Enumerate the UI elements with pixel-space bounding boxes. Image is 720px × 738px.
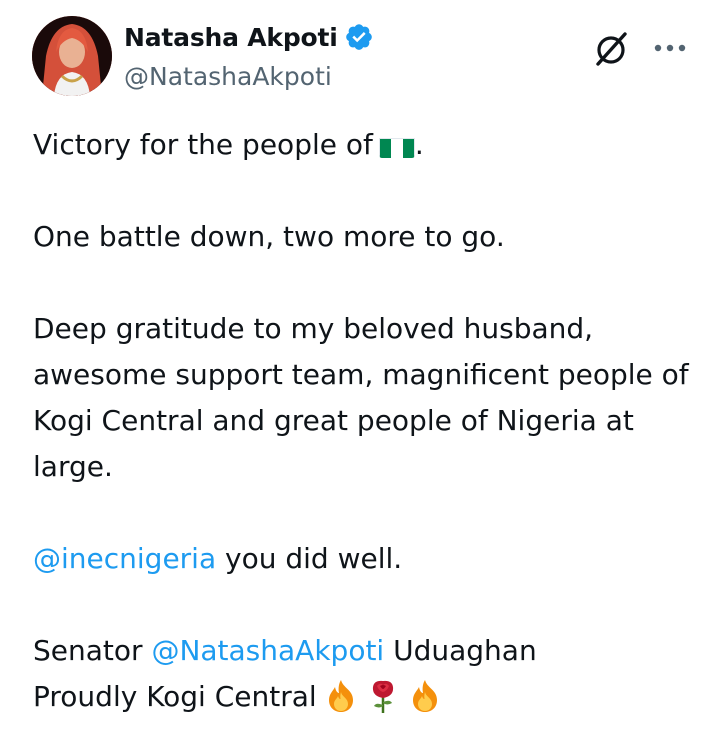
tweet-line-victory-text: Victory for the people of [33, 128, 373, 161]
author-display-name[interactable]: Natasha Akpoti [124, 23, 338, 52]
tweet-line-battle: One battle down, two more to go. [33, 220, 505, 253]
tweet-line-inec: @inecnigeria you did well. [33, 536, 703, 582]
tweet-line-victory: Victory for the people of. [33, 122, 703, 168]
nigeria-flag-icon [378, 132, 415, 158]
senator-suffix: Uduaghan [384, 634, 537, 667]
author-name-row: Natasha Akpoti [124, 22, 374, 52]
tweet-final-line: Proudly Kogi Central [33, 680, 317, 713]
verified-badge-icon[interactable] [344, 22, 374, 52]
mention-natashaakpoti-link[interactable]: @NatashaAkpoti [151, 634, 384, 667]
fire-icon [323, 678, 359, 714]
author-handle[interactable]: @NatashaAkpoti [124, 62, 332, 91]
tweet-line-gratitude: Deep gratitude to my beloved husband, aw… [33, 312, 689, 483]
tweet-text: Victory for the people of. One battle do… [33, 122, 703, 720]
grok-icon [596, 32, 627, 66]
fire-icon [407, 678, 443, 714]
senator-prefix: Senator [33, 634, 152, 667]
avatar-image [32, 16, 112, 96]
more-options-icon [654, 44, 686, 52]
rose-icon [365, 678, 401, 714]
mention-inecnigeria-link[interactable]: @inecnigeria [33, 542, 216, 575]
tweet-line-senator: Senator @NatashaAkpoti Uduaghan Proudly K… [33, 628, 703, 720]
tweet-line-victory-end: . [414, 128, 424, 161]
grok-button[interactable] [592, 28, 632, 68]
more-options-button[interactable] [648, 28, 692, 68]
tweet-line-inec-rest: you did well. [216, 542, 403, 575]
avatar[interactable] [32, 16, 112, 96]
